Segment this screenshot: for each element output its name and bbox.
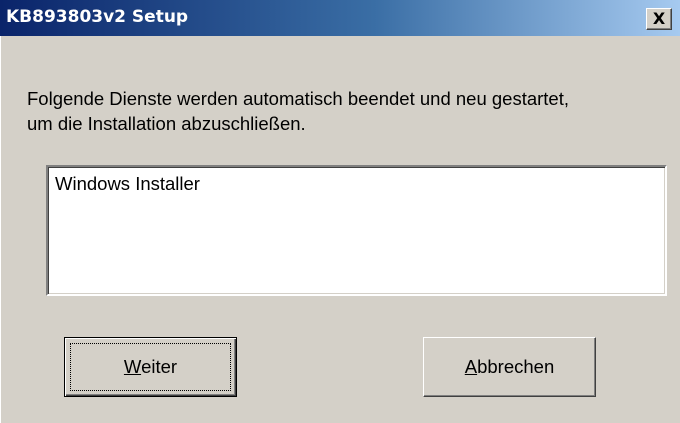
cancel-label-rest: bbrechen	[477, 356, 555, 377]
close-button[interactable]: X	[646, 8, 672, 30]
message-line-2: um die Installation abzuschließen.	[27, 113, 306, 134]
window-title: KB893803v2 Setup	[6, 7, 189, 27]
next-label-rest: eiter	[141, 356, 178, 377]
next-button-label: Weiter	[65, 356, 236, 378]
setup-dialog: KB893803v2 Setup X Folgende Dienste werd…	[0, 0, 680, 423]
cancel-mnemonic: A	[464, 356, 478, 377]
info-message: Folgende Dienste werden automatisch been…	[27, 86, 667, 136]
close-icon: X	[652, 9, 666, 28]
message-line-1: Folgende Dienste werden automatisch been…	[27, 88, 570, 109]
services-listbox[interactable]: Windows Installer	[46, 165, 667, 296]
title-bar[interactable]: KB893803v2 Setup X	[0, 0, 680, 36]
next-button[interactable]: Weiter	[64, 337, 237, 397]
list-item[interactable]: Windows Installer	[55, 173, 200, 195]
next-mnemonic: W	[123, 356, 142, 377]
window-edge	[0, 36, 1, 423]
cancel-button[interactable]: Abbrechen	[423, 337, 596, 397]
cancel-button-label: Abbrechen	[424, 356, 595, 378]
